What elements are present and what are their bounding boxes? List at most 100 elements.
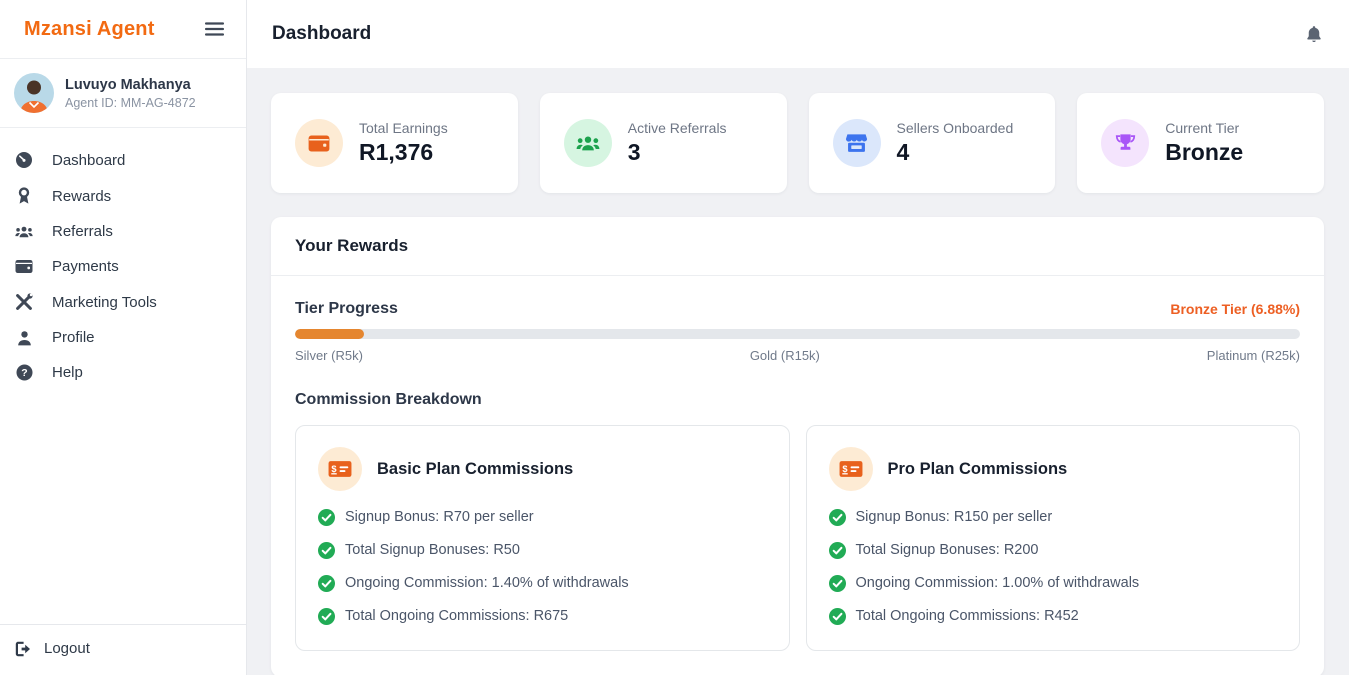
commission-item: Ongoing Commission: 1.40% of withdrawals (318, 570, 767, 596)
stat-value: R1,376 (359, 139, 448, 166)
trophy-icon (1101, 119, 1149, 167)
profile-agent-id: Agent ID: MM-AG-4872 (65, 96, 196, 110)
commission-item: Signup Bonus: R150 per seller (829, 504, 1278, 530)
wallet-icon (15, 259, 33, 274)
commission-item: Total Ongoing Commissions: R452 (829, 603, 1278, 629)
top-bar: Dashboard (247, 0, 1349, 68)
users-icon (564, 119, 612, 167)
commission-title-row: $ Pro Plan Commissions (829, 447, 1278, 491)
logout-button[interactable]: Logout (0, 624, 246, 675)
check-circle-icon (318, 509, 335, 526)
stat-value: Bronze (1165, 139, 1243, 166)
milestone-silver: Silver (R5k) (295, 348, 363, 363)
bell-icon[interactable] (1306, 25, 1322, 44)
wallet-icon (295, 119, 343, 167)
sidebar-item-help[interactable]: ? Help (0, 355, 246, 390)
sidebar-item-payments[interactable]: Payments (0, 249, 246, 284)
stat-label: Current Tier (1165, 120, 1243, 136)
stat-label: Sellers Onboarded (897, 120, 1014, 136)
logout-label: Logout (44, 640, 90, 657)
main-area: Dashboard Total Earnings R1,376 (247, 0, 1349, 675)
check-circle-icon (318, 608, 335, 625)
sidebar-item-label: Rewards (52, 188, 111, 205)
tools-icon (15, 293, 33, 311)
commission-item: Total Signup Bonuses: R50 (318, 537, 767, 563)
commission-item: Total Ongoing Commissions: R675 (318, 603, 767, 629)
tier-progress-row: Tier Progress Bronze Tier (6.88%) (295, 300, 1300, 318)
check-circle-icon (318, 542, 335, 559)
commission-item-text: Total Ongoing Commissions: R675 (345, 608, 568, 624)
sidebar-item-marketing-tools[interactable]: Marketing Tools (0, 284, 246, 320)
tier-badge: Bronze Tier (6.88%) (1170, 301, 1300, 317)
commission-grid: $ Basic Plan Commissions Signup Bonus: R… (295, 425, 1300, 651)
commission-card-basic: $ Basic Plan Commissions Signup Bonus: R… (295, 425, 790, 651)
question-circle-icon: ? (15, 364, 33, 381)
stat-card-active-referrals: Active Referrals 3 (540, 93, 787, 193)
sidebar-nav: Dashboard Rewards Referrals Payments (0, 128, 246, 624)
commission-item-text: Total Signup Bonuses: R50 (345, 542, 520, 558)
commission-card-title: Basic Plan Commissions (377, 460, 573, 479)
commission-title-row: $ Basic Plan Commissions (318, 447, 767, 491)
commission-item-text: Signup Bonus: R150 per seller (856, 509, 1053, 525)
avatar (14, 73, 54, 113)
milestone-platinum: Platinum (R25k) (1207, 348, 1300, 363)
tier-progress-fill (295, 329, 364, 339)
rewards-card-title: Your Rewards (271, 217, 1324, 276)
check-circle-icon (829, 542, 846, 559)
sidebar-logo-row: Mzansi Agent (0, 0, 246, 59)
commission-item: Ongoing Commission: 1.00% of withdrawals (829, 570, 1278, 596)
medal-icon (15, 187, 33, 205)
commission-item-text: Signup Bonus: R70 per seller (345, 509, 534, 525)
stat-card-current-tier: Current Tier Bronze (1077, 93, 1324, 193)
sidebar-item-dashboard[interactable]: Dashboard (0, 142, 246, 178)
commission-card-pro: $ Pro Plan Commissions Signup Bonus: R15… (806, 425, 1301, 651)
stat-label: Total Earnings (359, 120, 448, 136)
user-profile: Luvuyo Makhanya Agent ID: MM-AG-4872 (0, 59, 246, 128)
sign-out-icon (15, 641, 33, 657)
sidebar-item-profile[interactable]: Profile (0, 320, 246, 355)
commission-breakdown-heading: Commission Breakdown (295, 391, 1300, 409)
commission-card-title: Pro Plan Commissions (888, 460, 1068, 479)
milestone-gold: Gold (R15k) (750, 348, 820, 363)
tier-milestones: Silver (R5k) Gold (R15k) Platinum (R25k) (295, 348, 1300, 363)
money-check-icon: $ (829, 447, 873, 491)
hamburger-menu-icon[interactable] (205, 22, 224, 36)
gauge-icon (15, 151, 33, 169)
money-check-icon: $ (318, 447, 362, 491)
sidebar-item-rewards[interactable]: Rewards (0, 178, 246, 214)
check-circle-icon (829, 509, 846, 526)
stat-card-sellers-onboarded: Sellers Onboarded 4 (809, 93, 1056, 193)
app: Mzansi Agent Luvuyo Makhanya Agent ID: M… (0, 0, 1349, 675)
commission-item-text: Ongoing Commission: 1.00% of withdrawals (856, 575, 1140, 591)
sidebar-item-referrals[interactable]: Referrals (0, 214, 246, 249)
content: Total Earnings R1,376 Active Referrals 3 (247, 68, 1349, 675)
svg-text:?: ? (21, 367, 27, 379)
check-circle-icon (829, 608, 846, 625)
profile-name: Luvuyo Makhanya (65, 77, 196, 93)
sidebar-item-label: Help (52, 364, 83, 381)
app-logo: Mzansi Agent (24, 18, 155, 41)
tier-progress-bar (295, 329, 1300, 339)
user-icon (15, 330, 33, 346)
commission-item-text: Total Signup Bonuses: R200 (856, 542, 1039, 558)
stats-row: Total Earnings R1,376 Active Referrals 3 (271, 93, 1324, 193)
stat-value: 3 (628, 139, 727, 166)
sidebar-item-label: Profile (52, 329, 95, 346)
stat-card-total-earnings: Total Earnings R1,376 (271, 93, 518, 193)
users-icon (15, 224, 33, 240)
stat-label: Active Referrals (628, 120, 727, 136)
sidebar: Mzansi Agent Luvuyo Makhanya Agent ID: M… (0, 0, 247, 675)
commission-item: Signup Bonus: R70 per seller (318, 504, 767, 530)
check-circle-icon (318, 575, 335, 592)
svg-text:$: $ (842, 464, 848, 474)
sidebar-item-label: Dashboard (52, 152, 125, 169)
commission-item-text: Total Ongoing Commissions: R452 (856, 608, 1079, 624)
commission-item: Total Signup Bonuses: R200 (829, 537, 1278, 563)
sidebar-item-label: Payments (52, 258, 119, 275)
sidebar-item-label: Referrals (52, 223, 113, 240)
sidebar-item-label: Marketing Tools (52, 294, 157, 311)
tier-progress-heading: Tier Progress (295, 300, 398, 318)
svg-text:$: $ (331, 464, 337, 474)
stat-value: 4 (897, 139, 1014, 166)
rewards-card-body: Tier Progress Bronze Tier (6.88%) Silver… (271, 276, 1324, 675)
